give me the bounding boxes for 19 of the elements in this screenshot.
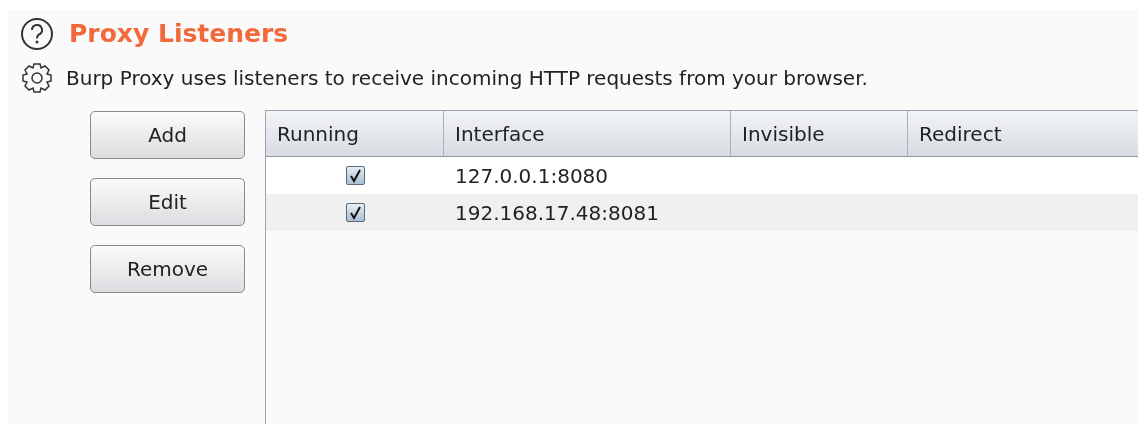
description: Burp Proxy uses listeners to receive incoming HTTP requests from your browser. — [66, 65, 868, 92]
action-button[interactable]: Add — [90, 111, 245, 159]
column-header[interactable]: Interface — [444, 111, 731, 156]
column-header[interactable]: Running — [266, 111, 444, 156]
checkmark-icon — [348, 205, 362, 220]
action-button[interactable]: Remove — [90, 245, 245, 293]
checkbox[interactable] — [345, 166, 365, 185]
table-cell-text: 127.0.0.1:8080 — [454, 162, 609, 190]
action-button[interactable]: Edit — [90, 178, 245, 226]
gear-icon[interactable] — [20, 61, 54, 95]
checkmark-icon — [348, 168, 362, 183]
checkbox[interactable] — [345, 203, 365, 222]
table-row[interactable]: 192.168.17.48:8081 — [266, 194, 1138, 231]
section-title: Proxy Listeners — [69, 18, 289, 51]
table-row[interactable]: 127.0.0.1:8080 — [266, 157, 1138, 194]
table-cell-text: 192.168.17.48:8081 — [454, 199, 659, 227]
help-icon[interactable] — [20, 17, 54, 51]
column-header[interactable]: Redirect — [908, 111, 1138, 156]
column-header[interactable]: Invisible — [731, 111, 908, 156]
